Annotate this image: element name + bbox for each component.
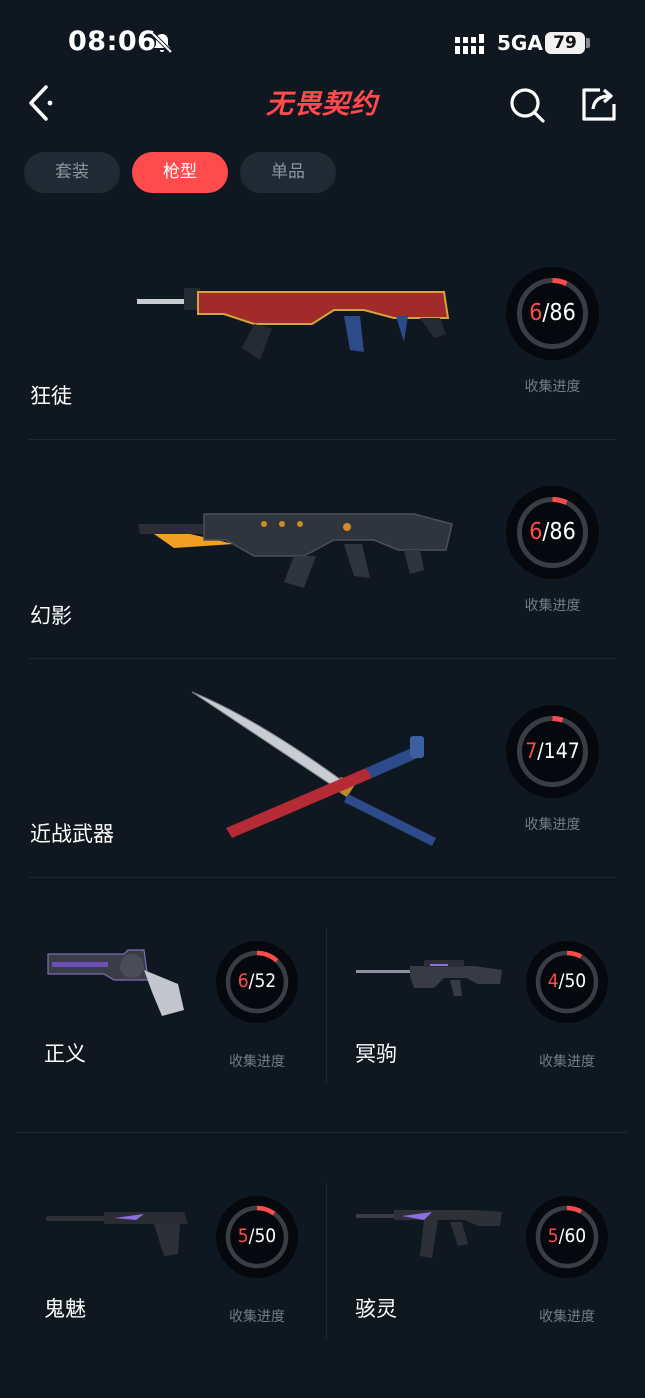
row-divider — [16, 1132, 628, 1133]
status-time: 08:06 — [68, 26, 157, 57]
row-divider — [28, 439, 616, 440]
weapon-category-name: 冥驹 — [355, 1042, 397, 1066]
row-divider — [28, 658, 616, 659]
progress-value: 4/50 — [547, 970, 587, 992]
search-icon[interactable] — [508, 86, 546, 124]
progress-caption: 收集进度 — [229, 1309, 285, 1325]
weapon-image — [47, 949, 184, 1016]
progress-caption: 收集进度 — [229, 1054, 285, 1070]
tab-suits[interactable]: 套装 — [24, 152, 120, 193]
weapon-category-name: 正义 — [44, 1042, 86, 1066]
progress-caption: 收集进度 — [524, 379, 581, 395]
row-divider — [28, 877, 616, 878]
weapon-image — [356, 960, 502, 996]
signal-icon — [455, 34, 484, 54]
progress-value: 7/147 — [525, 739, 580, 763]
weapon-image — [191, 691, 436, 846]
tab-single-items[interactable]: 单品 — [240, 152, 336, 193]
progress-value: 5/50 — [237, 1225, 277, 1247]
battery-tip — [586, 38, 590, 48]
weapon-category-name: 骇灵 — [355, 1297, 397, 1321]
network-type: 5GA — [497, 31, 543, 55]
app-logo: 无畏契约 — [266, 89, 380, 120]
progress-caption: 收集进度 — [524, 598, 581, 614]
weapon-category-name: 鬼魅 — [44, 1297, 86, 1321]
progress-value: 6/86 — [529, 519, 576, 545]
weapon-image — [137, 288, 450, 360]
column-divider — [326, 928, 327, 1084]
weapon-category-name: 狂徒 — [30, 384, 72, 408]
progress-caption: 收集进度 — [524, 817, 581, 833]
status-bar: 08:06 5GA 79 — [0, 0, 645, 86]
progress-caption: 收集进度 — [539, 1054, 595, 1070]
bell-muted-icon — [151, 32, 173, 54]
weapon-category-name: 近战武器 — [30, 822, 114, 846]
progress-value: 5/60 — [547, 1225, 587, 1247]
progress-value: 6/86 — [529, 300, 576, 326]
weapon-image — [46, 1212, 188, 1256]
weapon-category-name: 幻影 — [30, 604, 72, 628]
share-icon[interactable] — [580, 86, 618, 122]
column-divider — [326, 1183, 327, 1339]
weapon-image — [138, 513, 453, 588]
weapon-image — [356, 1210, 502, 1258]
progress-caption: 收集进度 — [539, 1309, 595, 1325]
battery-indicator: 79 — [545, 32, 585, 54]
progress-value: 6/52 — [237, 970, 277, 992]
tab-weapon-types[interactable]: 枪型 — [132, 152, 228, 193]
app-logo-text: 无畏契约 — [266, 89, 380, 120]
back-arrow-icon[interactable] — [24, 82, 56, 124]
